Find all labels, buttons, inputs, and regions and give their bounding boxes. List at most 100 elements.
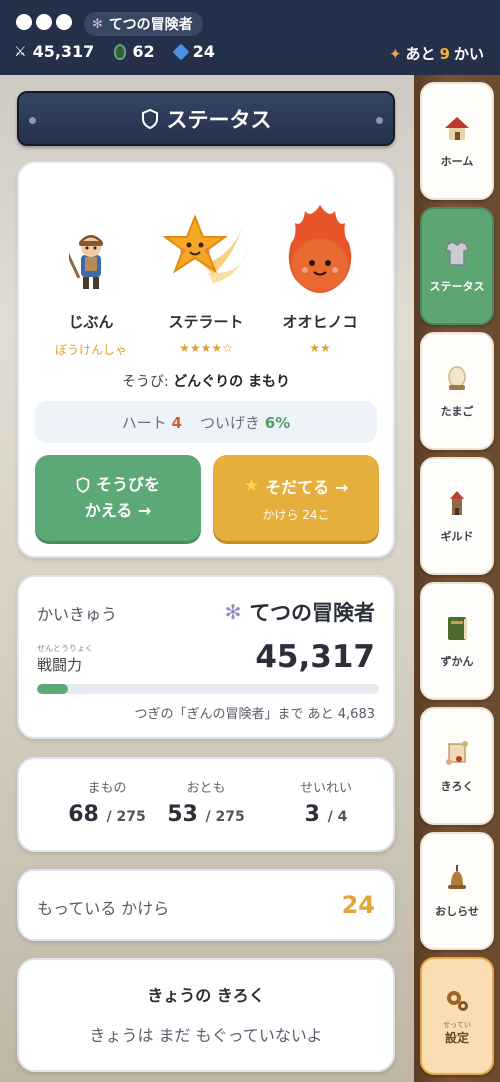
bonus-info: ハート 4 ついげき 6% bbox=[35, 401, 377, 443]
equipment-line: そうび: どんぐりの まもり bbox=[19, 371, 393, 391]
count-total: / 275 bbox=[106, 809, 146, 825]
remaining-prefix: あと bbox=[405, 45, 436, 63]
chase-value: 6% bbox=[264, 413, 291, 432]
nav-label: ずかん bbox=[440, 655, 474, 668]
rank-title-chip: ✻ てつの冒険者 bbox=[84, 12, 203, 36]
count-value: 68 bbox=[68, 802, 99, 827]
change-equipment-line2: かえる → bbox=[84, 501, 152, 520]
collection-counts-card: まもの 68 / 275 おとも 53 / 275 せいれい 3 / 4 bbox=[17, 757, 395, 852]
nav-label: 設定 bbox=[444, 1031, 469, 1045]
count-value: 3 bbox=[304, 802, 320, 827]
bell-icon bbox=[442, 863, 472, 893]
remaining-count: 9 bbox=[439, 44, 450, 63]
book-icon bbox=[442, 613, 472, 643]
shield-icon bbox=[76, 477, 90, 493]
fire-creature-portrait bbox=[265, 195, 375, 295]
rivet-decoration bbox=[29, 117, 36, 124]
sparkle-icon: ✦ bbox=[388, 44, 402, 63]
character-name: じぶん bbox=[68, 313, 114, 331]
equip-item: どんぐりの まもり bbox=[173, 374, 291, 390]
fragments-value: 24 bbox=[341, 891, 375, 919]
change-equipment-button[interactable]: そうびを かえる → bbox=[35, 455, 201, 541]
nav-home[interactable]: ホーム bbox=[420, 82, 494, 200]
dot-icon bbox=[36, 14, 52, 30]
nav-label: おしらせ bbox=[435, 905, 479, 918]
blue-gem-stat: 24 bbox=[172, 42, 215, 61]
nav-status[interactable]: ステータス bbox=[420, 207, 494, 325]
nav-label: たまご bbox=[440, 405, 474, 418]
blue-gem-icon bbox=[172, 43, 190, 60]
character-self[interactable]: じぶん ぼうけんしゃ bbox=[36, 195, 146, 357]
grow-label: そだてる → bbox=[265, 477, 349, 497]
star-creature-portrait bbox=[151, 195, 261, 295]
fragments-card: もっている かけら 24 bbox=[17, 869, 395, 941]
rank-card: かいきゅう ✻ てつの冒険者 せんとうりょく 戦闘力 45,317 つぎの「ぎん… bbox=[17, 575, 395, 739]
tower-icon bbox=[442, 488, 472, 518]
gear-icon: ✻ bbox=[92, 16, 103, 32]
blue-gem-count: 24 bbox=[192, 42, 215, 61]
power-ruby: せんとうりょく bbox=[37, 644, 93, 653]
green-gem-icon bbox=[114, 43, 127, 60]
nav-label: ギルド bbox=[440, 530, 474, 543]
green-gem-stat: 62 bbox=[114, 42, 155, 61]
equip-prefix: そうび: bbox=[121, 374, 169, 390]
daily-log-card: きょうの きろく きょうは まだ もぐっていないよ bbox=[17, 958, 395, 1072]
party-card: じぶん ぼうけんしゃ ステラート ★★★★☆ オオヒノコ ★★ そうび: どんぐ… bbox=[17, 161, 395, 558]
page-title-banner: ステータス bbox=[17, 91, 395, 146]
count-value: 53 bbox=[167, 802, 198, 827]
remaining-tries: ✦ あと 9 かい bbox=[389, 43, 484, 64]
nav-label: ステータス bbox=[429, 280, 485, 293]
nav-records[interactable]: きろく bbox=[420, 707, 494, 825]
count-label: せいれい bbox=[299, 781, 352, 796]
gears-icon bbox=[442, 986, 472, 1016]
change-equipment-line1: そうびを bbox=[95, 475, 160, 494]
character-companion[interactable]: ステラート ★★★★☆ bbox=[151, 195, 261, 355]
character-stars: ★★ bbox=[309, 341, 331, 355]
coin-stat: ⚔ 45,317 bbox=[14, 42, 94, 61]
power-value: 45,317 bbox=[255, 639, 375, 675]
top-bar: ✻ てつの冒険者 ⚔ 45,317 62 24 ✦ あと 9 かい bbox=[0, 0, 500, 75]
currency-row: ⚔ 45,317 62 24 bbox=[14, 42, 235, 61]
count-value-row: 3 / 4 bbox=[266, 802, 386, 827]
character-name: オオヒノコ bbox=[282, 313, 358, 331]
shield-icon bbox=[141, 108, 158, 129]
page-title: ステータス bbox=[166, 107, 272, 132]
rank-progress-bar bbox=[37, 684, 379, 694]
nav-label: きろく bbox=[440, 780, 474, 793]
grow-cost: かけら 24こ bbox=[262, 507, 330, 522]
nav-notices[interactable]: おしらせ bbox=[420, 832, 494, 950]
rivet-decoration bbox=[376, 117, 383, 124]
chase-stat: ついげき 6% bbox=[200, 412, 290, 433]
fragments-label: もっている かけら bbox=[37, 899, 170, 918]
character-spirit[interactable]: オオヒノコ ★★ bbox=[265, 195, 375, 355]
character-stars: ★★★★☆ bbox=[179, 341, 233, 355]
coin-count: 45,317 bbox=[32, 42, 95, 61]
swords-icon: ⚔ bbox=[14, 43, 27, 60]
power-label: 戦闘力 bbox=[37, 656, 83, 674]
daily-log-title: きょうの きろく bbox=[147, 986, 265, 1005]
character-class: ぼうけんしゃ bbox=[54, 343, 127, 357]
count-value-row: 53 / 275 bbox=[146, 802, 266, 827]
companion-count: おとも 53 / 275 bbox=[146, 777, 266, 827]
count-label: おとも bbox=[186, 781, 226, 796]
grow-button[interactable]: ★ そだてる → かけら 24こ bbox=[213, 455, 379, 541]
nav-guild[interactable]: ギルド bbox=[420, 457, 494, 575]
nav-label: ホーム bbox=[440, 155, 474, 168]
character-name: ステラート bbox=[168, 313, 244, 331]
dot-icon bbox=[56, 14, 72, 30]
nav-encyclopedia[interactable]: ずかん bbox=[420, 582, 494, 700]
chase-label: ついげき bbox=[199, 413, 260, 432]
rank-progress-fill bbox=[37, 684, 68, 694]
green-gem-count: 62 bbox=[132, 42, 155, 61]
gear-icon: ✻ bbox=[224, 600, 242, 624]
remaining-suffix: かい bbox=[453, 45, 484, 63]
menu-dots[interactable] bbox=[16, 14, 72, 30]
heart-value: 4 bbox=[171, 413, 182, 432]
adventurer-portrait bbox=[36, 195, 146, 295]
nav-settings[interactable]: せってい 設定 bbox=[420, 957, 494, 1075]
count-total: / 4 bbox=[327, 809, 348, 825]
armor-icon bbox=[442, 238, 472, 268]
rank-title-text: てつの冒険者 bbox=[108, 17, 193, 33]
dot-icon bbox=[16, 14, 32, 30]
nav-egg[interactable]: たまご bbox=[420, 332, 494, 450]
